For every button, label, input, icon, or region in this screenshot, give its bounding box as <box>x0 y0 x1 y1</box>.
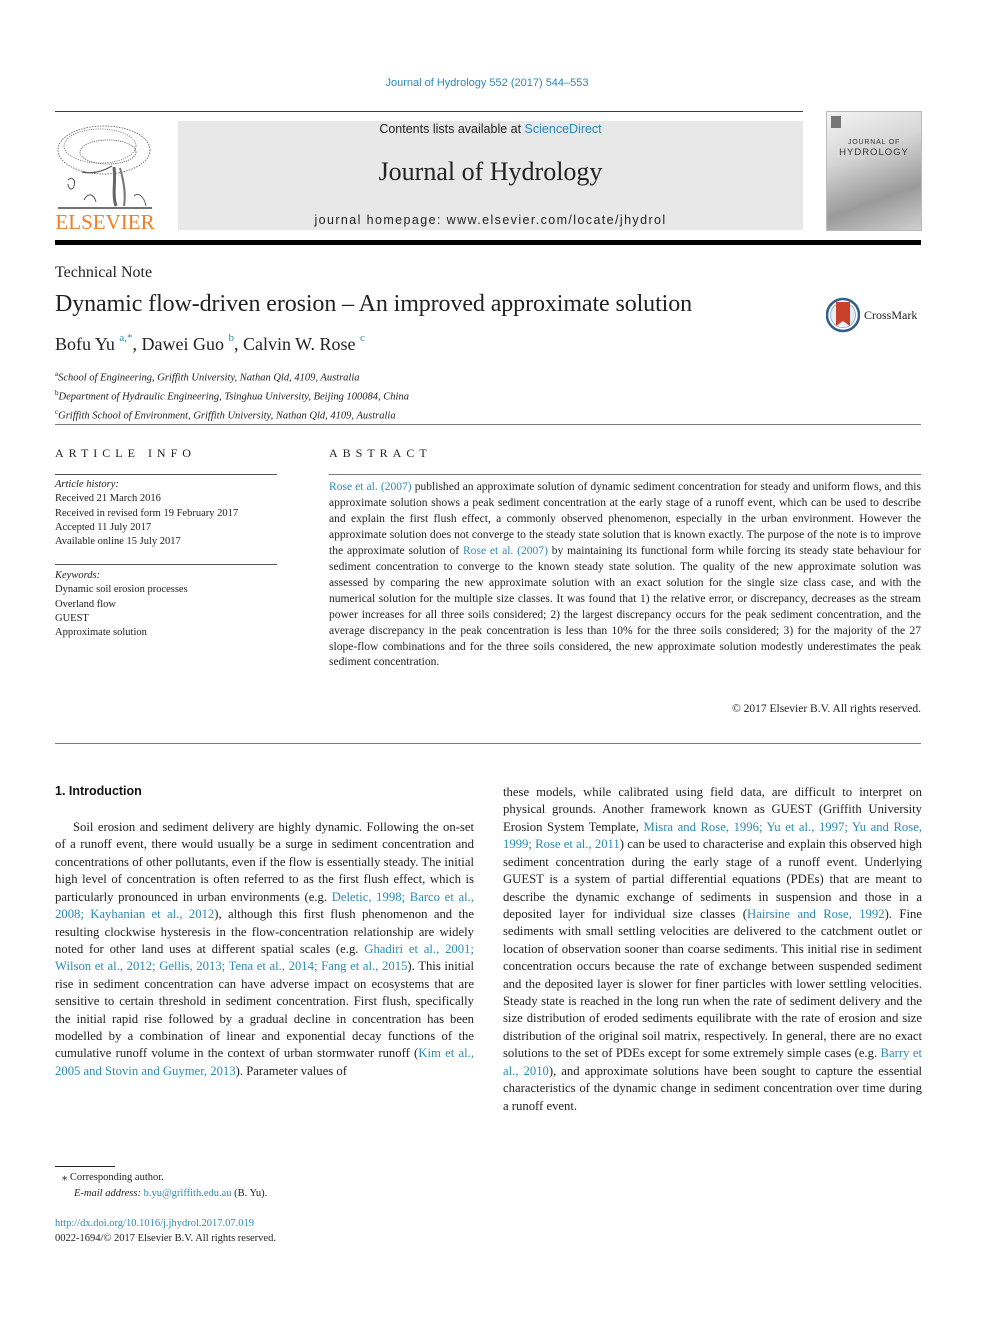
author-affiliation-marker[interactable]: a,* <box>119 332 132 344</box>
crossmark-button[interactable]: CrossMark <box>826 297 917 333</box>
masthead-contents-line: Contents lists available at ScienceDirec… <box>178 122 803 136</box>
email-suffix: (B. Yu). <box>231 1188 268 1199</box>
journal-title: Journal of Hydrology <box>378 157 603 186</box>
author-affiliation-marker[interactable]: b <box>228 332 234 344</box>
doi-link[interactable]: http://dx.doi.org/10.1016/j.jhydrol.2017… <box>55 1216 276 1231</box>
keywords-label: Keywords: <box>55 570 101 581</box>
contents-prefix: Contents lists available at <box>379 122 525 136</box>
doi-block: http://dx.doi.org/10.1016/j.jhydrol.2017… <box>55 1216 276 1246</box>
author[interactable]: Bofu Yu <box>55 334 115 354</box>
article-title: Dynamic flow-driven erosion – An improve… <box>55 291 693 317</box>
crossmark-label: CrossMark <box>864 307 918 322</box>
running-head[interactable]: Journal of Hydrology 552 (2017) 544–553 <box>0 77 974 89</box>
abstract-rule <box>329 474 921 475</box>
footnote-corresponding: ⁎ Corresponding author. <box>62 1170 164 1185</box>
email-link[interactable]: b.yu@griffith.edu.au <box>144 1188 232 1199</box>
body-column-right: these models, while calibrated using fie… <box>503 784 922 1115</box>
journal-homepage[interactable]: journal homepage: www.elsevier.com/locat… <box>178 213 803 227</box>
affiliation: aSchool of Engineering, Griffith Univers… <box>55 367 409 386</box>
author-separator: , <box>233 334 243 354</box>
journal-cover[interactable]: JOURNAL OF HYDROLOGY <box>826 111 922 231</box>
history-item: Available online 15 July 2017 <box>55 536 181 548</box>
author[interactable]: Calvin W. Rose <box>243 334 356 354</box>
body-column-left: Soil erosion and sediment delivery are h… <box>55 819 474 1080</box>
body-text: ). Fine sediments with small settling ve… <box>503 906 922 1061</box>
abstract-copyright: © 2017 Elsevier B.V. All rights reserved… <box>732 703 921 715</box>
keywords-rule <box>55 564 277 565</box>
top-rule <box>55 111 803 112</box>
abstract-text: Rose et al. (2007) published an approxim… <box>329 480 921 671</box>
section-heading-introduction: 1. Introduction <box>55 784 142 798</box>
elsevier-tree-icon <box>57 125 152 209</box>
article-history: Article history: Received 21 March 2016 … <box>55 478 277 549</box>
cover-title-line1: JOURNAL OF <box>847 139 901 146</box>
footnote-rule <box>55 1166 115 1167</box>
body-text: ). Parameter values of <box>235 1063 347 1078</box>
citation-link[interactable]: Rose et al. (2007) <box>463 545 548 557</box>
keyword: Approximate solution <box>55 627 147 639</box>
keyword: Overland flow <box>55 598 116 610</box>
elsevier-wordmark: ELSEVIER <box>55 210 155 234</box>
header-thick-rule <box>55 240 921 245</box>
history-item: Received 21 March 2016 <box>55 493 161 505</box>
article-type: Technical Note <box>55 264 153 281</box>
cover-publisher-badge <box>831 116 841 128</box>
affiliation: cGriffith School of Environment, Griffit… <box>55 405 409 424</box>
abstract-heading: ABSTRACT <box>329 446 432 460</box>
author-affiliation-marker[interactable]: c <box>360 332 365 344</box>
corresponding-mark: ⁎ <box>62 1172 68 1183</box>
keyword: Dynamic soil erosion processes <box>55 584 188 596</box>
citation-link[interactable]: Hairsine and Rose, 1992 <box>747 907 885 921</box>
article-info-heading: ARTICLE INFO <box>55 446 196 460</box>
crossmark-icon <box>826 297 860 333</box>
keyword: GUEST <box>55 612 89 624</box>
divider-above-info <box>55 424 921 425</box>
keywords: Keywords: Dynamic soil erosion processes… <box>55 569 277 640</box>
email-label: E-mail address: <box>74 1188 144 1199</box>
authors: Bofu Yu a,*, Dawei Guo b, Calvin W. Rose… <box>55 332 365 355</box>
affiliation-text: School of Engineering, Griffith Universi… <box>58 372 360 384</box>
citation-link[interactable]: Rose et al. (2007) <box>329 481 412 493</box>
corresponding-text: Corresponding author. <box>69 1172 164 1183</box>
affiliation-text: Department of Hydraulic Engineering, Tsi… <box>58 391 409 403</box>
affiliation-text: Griffith School of Environment, Griffith… <box>58 410 396 422</box>
issn-line: 0022-1694/© 2017 Elsevier B.V. All right… <box>55 1233 276 1244</box>
article-info-rule <box>55 474 277 475</box>
masthead: Contents lists available at ScienceDirec… <box>178 121 803 230</box>
history-item: Accepted 11 July 2017 <box>55 521 152 533</box>
body-text: by maintaining its functional form while… <box>329 544 921 669</box>
divider-below-abstract <box>55 743 921 744</box>
cover-title-line2: HYDROLOGY <box>839 147 909 158</box>
body-text: ), and approximate solutions have been s… <box>503 1063 922 1113</box>
affiliations: aSchool of Engineering, Griffith Univers… <box>55 367 409 425</box>
affiliation: bDepartment of Hydraulic Engineering, Ts… <box>55 386 409 405</box>
body-text: ). This initial rise in sediment concent… <box>55 959 474 1061</box>
author[interactable]: Dawei Guo <box>141 334 223 354</box>
sciencedirect-link[interactable]: ScienceDirect <box>525 122 602 136</box>
history-item: Received in revised form 19 February 201… <box>55 507 239 519</box>
footnote-email: E-mail address: b.yu@griffith.edu.au (B.… <box>74 1186 267 1201</box>
article-history-label: Article history: <box>55 479 119 490</box>
